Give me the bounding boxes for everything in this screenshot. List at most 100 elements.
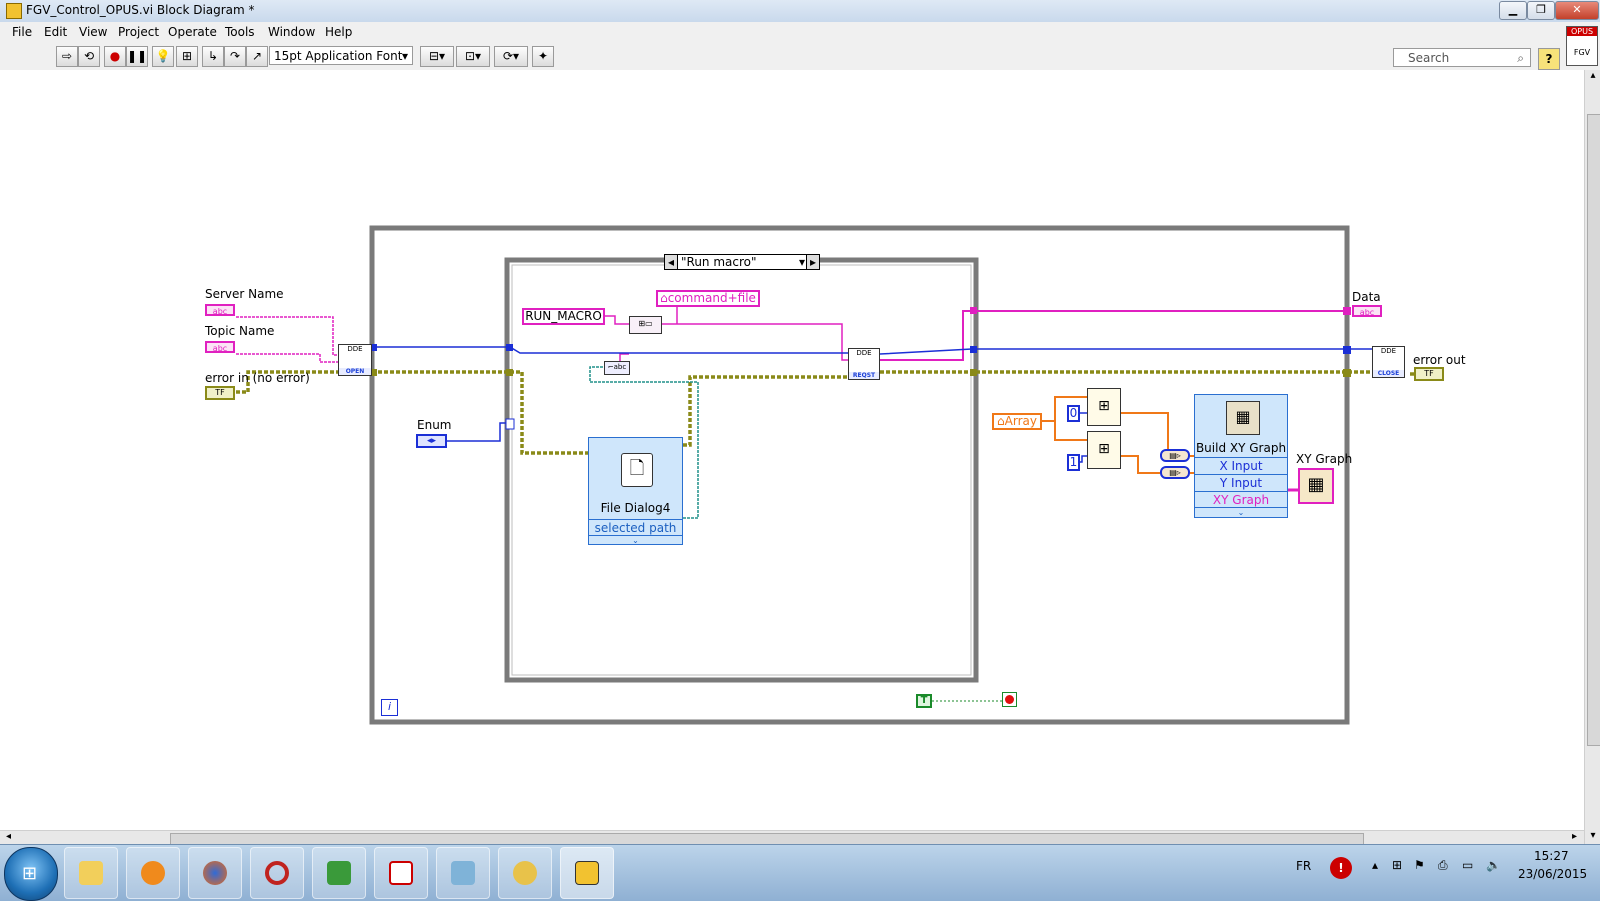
run-macro-constant[interactable]: RUN_MACRO: [522, 308, 605, 325]
chevron-down-icon: ▾: [401, 49, 408, 63]
taskbar-app-7[interactable]: [436, 847, 490, 899]
step-out-icon: ↗: [251, 49, 263, 63]
volume-icon[interactable]: 🔈: [1486, 858, 1501, 872]
enum-control[interactable]: ◂▸: [416, 434, 447, 448]
highlight-execution-button[interactable]: 💡: [152, 46, 174, 67]
menu-window[interactable]: Window: [268, 25, 315, 39]
dde-conversation-wire: [374, 346, 848, 354]
menu-edit[interactable]: Edit: [44, 25, 67, 39]
file-dialog-selected-path[interactable]: selected path: [589, 519, 682, 536]
retain-wire-values-button[interactable]: ⊞: [176, 46, 198, 67]
index-0-constant[interactable]: 0: [1067, 405, 1080, 422]
clock-time[interactable]: 15:27: [1534, 849, 1569, 863]
run-button[interactable]: ⇨: [56, 46, 78, 67]
align-objects-button[interactable]: ⊟▾: [420, 46, 454, 67]
scroll-up-icon[interactable]: ▴: [1586, 70, 1600, 84]
build-xy-x-input[interactable]: X Input: [1195, 457, 1287, 474]
cleanup-diagram-button[interactable]: ✦: [532, 46, 554, 67]
devices-icon[interactable]: ⎙: [1438, 858, 1448, 873]
network-icon[interactable]: ▭: [1462, 858, 1473, 872]
scroll-right-icon[interactable]: ▸: [1572, 831, 1577, 842]
index-1-constant[interactable]: 1: [1067, 454, 1080, 471]
topic-name-control[interactable]: abc: [205, 341, 235, 353]
close-button[interactable]: ✕: [1555, 1, 1599, 20]
dde-open-tag: OPEN: [339, 368, 371, 375]
firefox-icon: [203, 861, 227, 885]
menu-operate[interactable]: Operate: [168, 25, 217, 39]
tray-expand-icon[interactable]: ▴: [1372, 858, 1378, 872]
loop-stop-terminal[interactable]: [1002, 692, 1017, 707]
house-icon: ⌂: [660, 291, 668, 305]
dde-request-subvi[interactable]: DDE REQST: [848, 348, 880, 380]
error-out-indicator[interactable]: TF: [1414, 367, 1444, 381]
case-selector[interactable]: ◂ "Run macro" ▾ ▸: [664, 254, 820, 270]
search-input[interactable]: Search ⌕: [1393, 48, 1531, 67]
action-center-icon[interactable]: ⊞: [1392, 858, 1402, 872]
vertical-scrollbar[interactable]: ▴ ▾: [1584, 70, 1600, 844]
error-in-control[interactable]: TF: [205, 386, 235, 400]
xy-graph-indicator[interactable]: ▦: [1298, 468, 1334, 504]
case-dropdown-icon[interactable]: ▾: [799, 255, 805, 270]
step-out-button[interactable]: ↗: [246, 46, 268, 67]
taskbar-app-4[interactable]: [250, 847, 304, 899]
maximize-button[interactable]: ❐: [1527, 1, 1555, 20]
run-continuously-button[interactable]: ⟲: [78, 46, 100, 67]
taskbar-labview[interactable]: [560, 847, 614, 899]
menu-project[interactable]: Project: [118, 25, 159, 39]
language-indicator[interactable]: FR: [1296, 859, 1311, 873]
minimize-button[interactable]: ▁: [1499, 1, 1527, 20]
menu-tools[interactable]: Tools: [225, 25, 255, 39]
horizontal-scrollbar[interactable]: ◂ ▸: [0, 830, 1584, 845]
to-dynamic-data-x[interactable]: ▤▹: [1160, 449, 1190, 462]
scroll-down-icon[interactable]: ▾: [1586, 830, 1600, 844]
taskbar-firefox[interactable]: [188, 847, 242, 899]
index-array-node-2[interactable]: ⊞: [1087, 431, 1121, 469]
case-prev-icon[interactable]: ◂: [665, 255, 678, 269]
font-selector[interactable]: 15pt Application Font ▾: [269, 46, 413, 65]
loop-iteration-terminal[interactable]: i: [381, 699, 398, 716]
abort-button[interactable]: ●: [104, 46, 126, 67]
build-xy-graph-output[interactable]: XY Graph: [1195, 491, 1287, 508]
menu-view[interactable]: View: [79, 25, 107, 39]
vi-icon[interactable]: OPUS FGV: [1566, 26, 1598, 66]
reorder-button[interactable]: ⟳▾: [494, 46, 528, 67]
expand-chevron-icon[interactable]: ⌄: [589, 535, 682, 545]
true-constant[interactable]: T: [916, 694, 932, 708]
taskbar-media-player[interactable]: [126, 847, 180, 899]
menu-file[interactable]: File: [12, 25, 32, 39]
index-array-node-1[interactable]: ⊞: [1087, 388, 1121, 426]
build-xy-y-input[interactable]: Y Input: [1195, 474, 1287, 491]
dde-open-subvi[interactable]: DDE OPEN: [338, 344, 372, 376]
case-next-icon[interactable]: ▸: [806, 255, 819, 269]
taskbar-explorer[interactable]: [64, 847, 118, 899]
server-name-control[interactable]: abc: [205, 304, 235, 316]
step-into-button[interactable]: ↳: [202, 46, 224, 67]
expand-chevron-icon-2[interactable]: ⌄: [1195, 507, 1287, 517]
path-to-string-node[interactable]: ⌐abc: [604, 361, 630, 375]
taskbar-opus[interactable]: [312, 847, 366, 899]
step-over-button[interactable]: ↷: [224, 46, 246, 67]
dde-close-subvi[interactable]: DDE CLOSE: [1372, 346, 1405, 378]
vertical-scroll-thumb[interactable]: [1587, 114, 1600, 746]
case-error-tunnel-out: [970, 369, 977, 376]
clock-date[interactable]: 23/06/2015: [1518, 867, 1587, 881]
data-indicator[interactable]: abc: [1352, 305, 1382, 317]
pause-button[interactable]: ❚❚: [126, 46, 148, 67]
command-file-local-variable[interactable]: ⌂command+file: [656, 290, 760, 307]
build-xy-graph-express-vi[interactable]: ▦ Build XY Graph X Input Y Input XY Grap…: [1194, 394, 1288, 518]
convert-icon: ▤▹: [1169, 451, 1181, 460]
context-help-button[interactable]: ?: [1538, 48, 1560, 70]
concatenate-strings-node[interactable]: ⊞▭: [629, 316, 662, 334]
start-button[interactable]: ⊞: [4, 847, 58, 901]
alert-icon[interactable]: !: [1330, 857, 1352, 879]
flag-icon[interactable]: ⚑: [1414, 858, 1425, 872]
file-dialog-express-vi[interactable]: 🗋 File Dialog4 selected path ⌄: [588, 437, 683, 545]
scroll-left-icon[interactable]: ◂: [6, 831, 11, 842]
taskbar-search-app[interactable]: [498, 847, 552, 899]
to-dynamic-data-y[interactable]: ▤▹: [1160, 466, 1190, 479]
taskbar-acrobat[interactable]: [374, 847, 428, 899]
menu-help[interactable]: Help: [325, 25, 352, 39]
distribute-objects-button[interactable]: ⊡▾: [456, 46, 490, 67]
block-diagram-canvas[interactable]: Server Name abc Topic Name abc error in …: [0, 70, 1584, 844]
array-local-variable[interactable]: ⌂Array: [992, 413, 1042, 430]
